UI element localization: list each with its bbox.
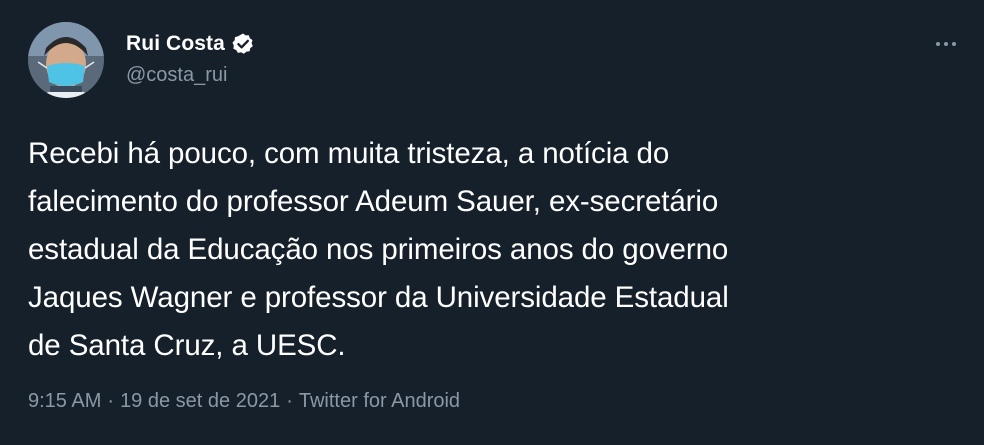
author-name-row[interactable]: Rui Costa — [126, 30, 255, 58]
more-horizontal-icon-dot — [944, 42, 948, 46]
verified-badge-icon — [231, 32, 255, 56]
more-horizontal-icon-dot — [952, 42, 956, 46]
meta-separator: · — [107, 390, 115, 412]
meta-separator: · — [286, 390, 293, 412]
tweet-text-line: de Santa Cruz, a UESC. — [28, 329, 346, 362]
tweet-metadata: 9:15 AM · 19 de set de 2021 · Twitter fo… — [28, 390, 460, 413]
tweet-time-link[interactable]: 9:15 AM — [28, 390, 101, 413]
avatar-photo-icon — [28, 22, 104, 98]
author-handle[interactable]: @costa_rui — [126, 64, 227, 87]
more-horizontal-icon — [936, 42, 940, 46]
tweet-text-line: falecimento do professor Adeum Sauer, ex… — [28, 185, 719, 218]
tweet-date-link[interactable]: 19 de set de 2021 — [120, 390, 280, 413]
tweet-source-link[interactable]: Twitter for Android — [299, 390, 460, 413]
tweet-text-line: Recebi há pouco, com muita tristeza, a n… — [28, 137, 670, 170]
tweet-card: Rui Costa @costa_rui Recebi há pouco, co… — [0, 0, 984, 445]
author-avatar[interactable] — [28, 22, 104, 98]
author-display-name[interactable]: Rui Costa — [126, 32, 225, 56]
tweet-text: Recebi há pouco, com muita tristeza, a n… — [28, 130, 968, 370]
tweet-text-line: estadual da Educação nos primeiros anos … — [28, 233, 729, 266]
more-options-button[interactable] — [926, 32, 966, 56]
tweet-text-line: Jaques Wagner e professor da Universidad… — [28, 281, 729, 314]
